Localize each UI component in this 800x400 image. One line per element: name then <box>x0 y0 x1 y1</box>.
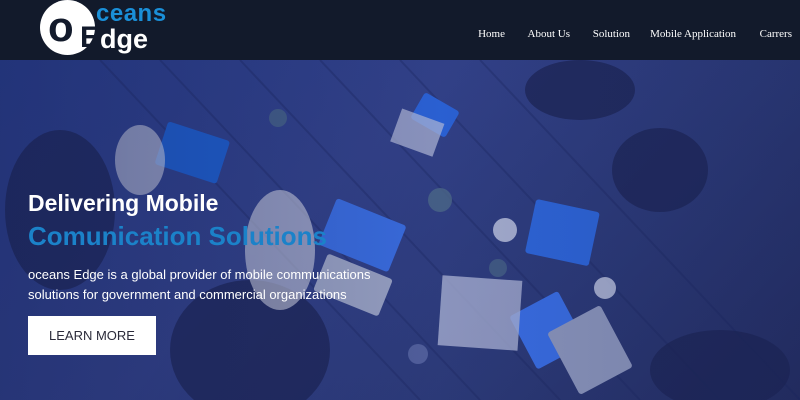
logo-letter-o: o <box>48 3 74 50</box>
hero-title-line-2: Comunication Solutions <box>28 221 327 251</box>
nav-about-us[interactable]: About Us <box>528 28 570 40</box>
nav-solution[interactable]: Solution <box>593 28 630 40</box>
hero-title-line-1: Delivering Mobile <box>28 190 219 216</box>
logo-text-dge: dge <box>100 24 149 54</box>
hero-description: oceans Edge is a global provider of mobi… <box>28 267 371 302</box>
hero-banner: Delivering Mobile Comunication Solutions… <box>0 60 800 400</box>
nav-home[interactable]: Home <box>478 28 505 40</box>
nav-carrers[interactable]: Carrers <box>760 28 792 40</box>
nav-mobile-application[interactable]: Mobile Application <box>650 28 736 40</box>
learn-more-button[interactable]: LEARN MORE <box>28 316 156 355</box>
oceans-edge-logo[interactable]: o ceans E dge <box>40 0 190 56</box>
logo-letter-e: E <box>80 21 101 54</box>
top-navbar: o ceans E dge Home About Us Solution Mob… <box>0 0 800 60</box>
